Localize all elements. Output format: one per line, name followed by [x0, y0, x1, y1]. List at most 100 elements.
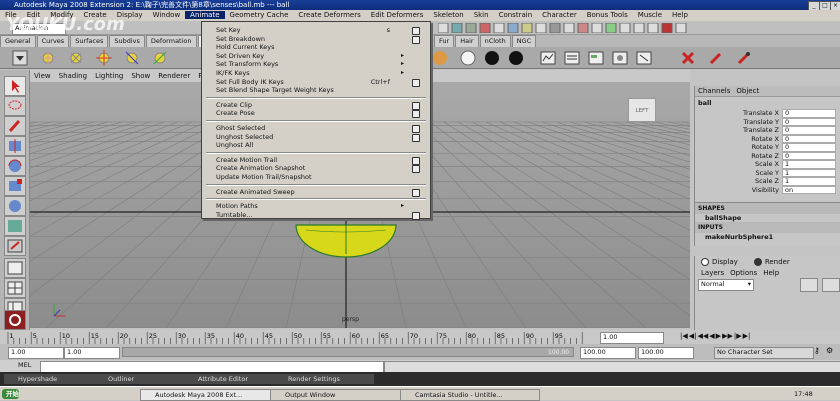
hypergraph-icon[interactable]	[636, 50, 652, 66]
key-rotate-icon[interactable]	[124, 50, 140, 66]
paint-tool-icon[interactable]	[708, 50, 724, 66]
layout-single-icon[interactable]	[4, 258, 26, 278]
next-key-icon[interactable]: ▶▶	[722, 332, 733, 342]
panel-outliner[interactable]: Outliner	[94, 374, 194, 384]
time-slider[interactable]: 1 5 10 15 20 25 30 35 40 45 50 55 60 65 70 75 80 85 90 95 1…	[0, 330, 840, 344]
set-breakdown-icon[interactable]	[68, 50, 84, 66]
range-bar[interactable]: 100.00	[122, 347, 574, 357]
graph-editor-icon[interactable]	[540, 50, 556, 66]
menu-item-set-transform-keys[interactable]: Set Transform Keys ▸	[202, 60, 430, 68]
playback-end-field[interactable]: 100.00	[580, 347, 636, 359]
channel-row[interactable]: Rotate Z0	[695, 151, 840, 160]
menu-item-create-animation-snapshot[interactable]: Create Animation Snapshot	[202, 164, 430, 174]
channel-value[interactable]: on	[782, 185, 836, 194]
dope-sheet-icon[interactable]	[564, 50, 580, 66]
move-tool-icon[interactable]	[4, 136, 26, 156]
panel-hypershade[interactable]: Hypershade	[4, 374, 104, 384]
shelf-menu-icon[interactable]	[12, 50, 28, 66]
menu-window[interactable]: Window	[148, 11, 186, 19]
layout-four-icon[interactable]	[4, 278, 26, 298]
menu-item-motion-paths[interactable]: Motion Paths ▸	[202, 202, 430, 210]
channel-value[interactable]: 1	[782, 160, 836, 169]
channel-value[interactable]: 0	[782, 143, 836, 152]
layer-menu-help[interactable]: Help	[760, 269, 782, 277]
channel-row[interactable]: Translate Z0	[695, 126, 840, 135]
start-button[interactable]: 开始	[2, 389, 19, 399]
menu-item-hold-current-keys[interactable]: Hold Current Keys	[202, 43, 430, 51]
menu-bonus-tools[interactable]: Bonus Tools	[582, 11, 633, 19]
go-to-start-icon[interactable]: |◀	[680, 332, 688, 342]
blend-shape-icon[interactable]	[612, 50, 628, 66]
step-back-icon[interactable]: ◀|	[689, 332, 697, 342]
display-radio[interactable]	[701, 258, 709, 266]
paint-effects-icon[interactable]	[736, 50, 752, 66]
new-layer-icon[interactable]	[800, 278, 818, 292]
menu-muscle[interactable]: Muscle	[633, 11, 667, 19]
layer-menu-layers[interactable]: Layers	[698, 269, 727, 277]
black-sphere-2-icon[interactable]	[508, 50, 524, 66]
menu-geometry-cache[interactable]: Geometry Cache	[225, 11, 294, 19]
menu-edit-deformers[interactable]: Edit Deformers	[366, 11, 429, 19]
start-time-field[interactable]: 1.00	[8, 347, 64, 359]
viewport-menu-show[interactable]: Show	[127, 72, 154, 80]
channel-row[interactable]: Scale X1	[695, 160, 840, 169]
channel-value[interactable]: 0	[782, 109, 836, 118]
play-forward-icon[interactable]: ▶	[716, 332, 721, 342]
panel-attribute-editor[interactable]: Attribute Editor	[184, 374, 284, 384]
key-translate-icon[interactable]	[96, 50, 112, 66]
viewport-menu-lighting[interactable]: Lighting	[91, 72, 127, 80]
menu-animate[interactable]: Animate	[185, 11, 225, 19]
scale-tool-icon[interactable]	[4, 176, 26, 196]
menu-item-set-driven-key[interactable]: Set Driven Key ▸	[202, 52, 430, 60]
viewport-menu-shading[interactable]: Shading	[55, 72, 91, 80]
menu-item-turntable[interactable]: Turntable...	[202, 211, 430, 220]
channels-tab[interactable]: Channels	[695, 87, 733, 95]
option-box-icon[interactable]	[412, 211, 420, 220]
menu-item-set-blend-shape-target-weight-keys[interactable]: Set Blend Shape Target Weight Keys	[202, 86, 430, 94]
menu-item-set-full-body-ik-keys[interactable]: Set Full Body IK Keys Ctrl+f	[202, 78, 430, 87]
new-layer-selected-icon[interactable]	[822, 278, 840, 292]
channel-value[interactable]: 0	[782, 151, 836, 160]
channel-row[interactable]: Rotate Y0	[695, 143, 840, 152]
channel-value[interactable]: 0	[782, 134, 836, 143]
trax-editor-icon[interactable]	[588, 50, 604, 66]
menu-item-create-clip[interactable]: Create Clip	[202, 101, 430, 110]
menu-item-create-pose[interactable]: Create Pose	[202, 109, 430, 119]
channel-value[interactable]: 1	[782, 168, 836, 177]
menu-item-update-motion-trail-snapshot[interactable]: Update Motion Trail/Snapshot	[202, 173, 430, 181]
viewport-menu-renderer[interactable]: Renderer	[154, 72, 194, 80]
channel-value[interactable]: 1	[782, 177, 836, 186]
menu-help[interactable]: Help	[667, 11, 693, 19]
taskbar-item[interactable]: Autodesk Maya 2008 Ext...	[140, 389, 280, 401]
menu-create-deformers[interactable]: Create Deformers	[293, 11, 365, 19]
last-tool-icon[interactable]	[4, 236, 26, 256]
view-cube[interactable]: LEFT	[628, 98, 656, 122]
render-radio[interactable]	[753, 258, 762, 266]
lasso-tool-icon[interactable]	[4, 96, 26, 116]
playback-start-field[interactable]: 1.00	[64, 347, 120, 359]
menu-skeleton[interactable]: Skeleton	[428, 11, 468, 19]
menu-character[interactable]: Character	[537, 11, 582, 19]
set-key-icon[interactable]	[40, 50, 56, 66]
menu-item-create-motion-trail[interactable]: Create Motion Trail	[202, 156, 430, 165]
menu-item-unghost-all[interactable]: Unghost All	[202, 141, 430, 149]
channel-row[interactable]: Translate X0	[695, 109, 840, 118]
menu-item-ik-fk-keys[interactable]: IK/FK Keys ▸	[202, 69, 430, 77]
character-set-dropdown[interactable]: No Character Set	[714, 347, 814, 359]
menu-item-ghost-selected[interactable]: Ghost Selected	[202, 124, 430, 133]
layer-type-dropdown[interactable]: Normal ▾	[698, 279, 754, 291]
taskbar-item[interactable]: Camtasia Studio - Untitle...	[400, 389, 540, 401]
prev-key-icon[interactable]: ◀◀	[698, 332, 709, 342]
delete-keys-icon[interactable]	[680, 50, 696, 66]
step-forward-icon[interactable]: |▶	[734, 332, 742, 342]
viewport-menu-view[interactable]: View	[30, 72, 55, 80]
paint-select-icon[interactable]	[4, 116, 26, 136]
channel-value[interactable]: 0	[782, 126, 836, 135]
select-tool-icon[interactable]	[4, 76, 26, 96]
layer-menu-options[interactable]: Options	[727, 269, 760, 277]
menu-item-create-animated-sweep[interactable]: Create Animated Sweep	[202, 188, 430, 197]
go-to-end-icon[interactable]: ▶|	[743, 332, 751, 342]
rotate-tool-icon[interactable]	[4, 156, 26, 176]
option-box-icon[interactable]	[412, 188, 420, 197]
channel-row[interactable]: Scale Z1	[695, 177, 840, 186]
